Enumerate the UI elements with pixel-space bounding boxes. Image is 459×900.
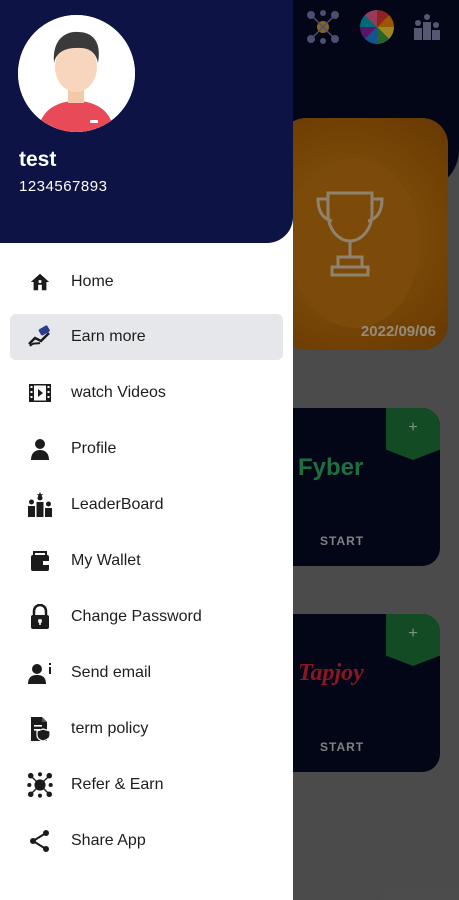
menu-item-label: LeaderBoard [71,496,164,513]
menu-item-watch-videos[interactable]: watch Videos [10,370,283,416]
share-icon [27,828,53,854]
menu-item-send-email[interactable]: Send email [10,650,283,696]
menu-item-label: Home [71,273,114,290]
home-icon [27,269,53,295]
menu-item-label: Share App [71,832,146,849]
refer-icon [27,772,53,798]
menu-item-refer-earn[interactable]: Refer & Earn [10,762,283,808]
profile-icon [27,436,53,462]
drawer-header: test 1234567893 [0,0,293,243]
menu-item-home[interactable]: Home [10,259,283,305]
lock-icon [27,604,53,630]
user-name: test [19,148,57,171]
menu-item-label: watch Videos [71,384,166,401]
menu-item-label: My Wallet [71,552,141,569]
menu-item-term-policy[interactable]: term policy [10,706,283,752]
leaderboard-icon [27,492,53,518]
avatar-icon [18,15,135,132]
user-phone: 1234567893 [19,178,108,195]
policy-icon [27,716,53,742]
menu-item-my-wallet[interactable]: My Wallet [10,538,283,584]
earn-more-icon [27,324,53,350]
menu-item-earn-more[interactable]: Earn more [10,314,283,360]
wallet-icon [27,548,53,574]
menu-item-share-app[interactable]: Share App [10,818,283,864]
navigation-drawer: test 1234567893 Home Earn more watch Vid… [0,0,293,900]
video-icon [27,380,53,406]
avatar[interactable] [18,15,135,132]
menu-item-label: Profile [71,440,117,457]
menu-item-profile[interactable]: Profile [10,426,283,472]
menu-item-change-password[interactable]: Change Password [10,594,283,640]
menu-item-label: Refer & Earn [71,776,164,793]
menu-item-label: term policy [71,720,149,737]
menu-item-leaderboard[interactable]: LeaderBoard [10,482,283,528]
send-email-icon [27,660,53,686]
menu-item-label: Earn more [71,328,146,345]
menu-item-label: Change Password [71,608,202,625]
menu-item-label: Send email [71,664,152,681]
